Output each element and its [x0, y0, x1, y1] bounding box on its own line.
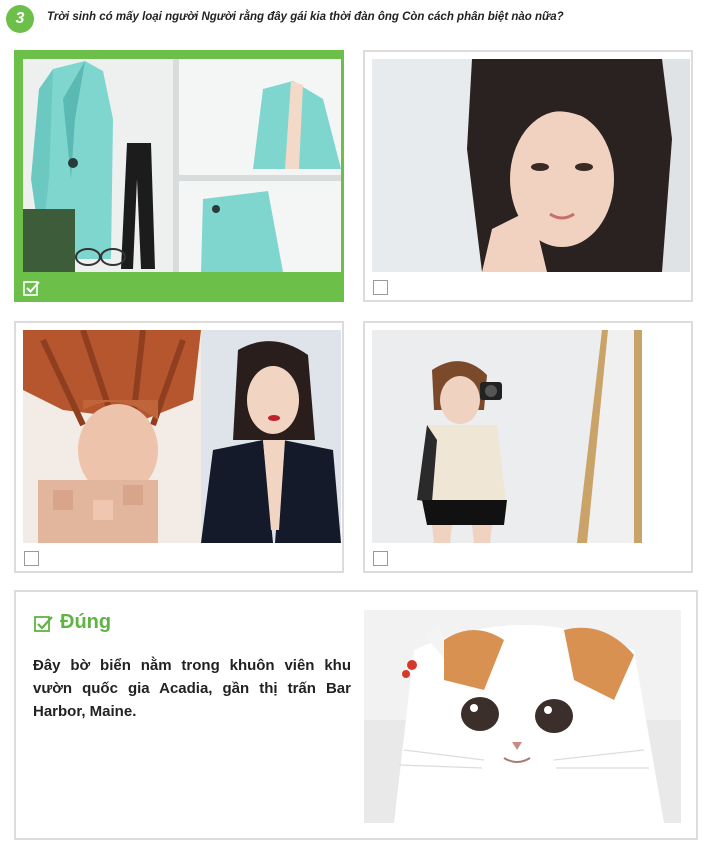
answer-explanation: Đây bờ biển nằm trong khuôn viên khu vườ… [33, 657, 351, 720]
answer-image [364, 610, 681, 823]
option-card-3[interactable] [14, 321, 344, 573]
check-square-icon [34, 616, 53, 632]
option-4-image [372, 330, 690, 543]
question-header: 3 Trời sinh có mấy loại người Người rằng… [6, 4, 696, 34]
option-3-checkbox[interactable] [24, 551, 39, 566]
check-square-icon [23, 281, 40, 296]
option-2-image [372, 59, 690, 272]
option-card-2[interactable] [363, 50, 693, 302]
option-card-4[interactable] [363, 321, 693, 573]
option-card-1[interactable] [14, 50, 344, 302]
answer-panel: Đúng Đây bờ biển nằm trong khuôn viên kh… [14, 590, 698, 840]
option-2-checkbox[interactable] [373, 280, 388, 295]
option-1-image [23, 59, 341, 272]
question-text: Trời sinh có mấy loại người Người rằng đ… [47, 11, 564, 23]
option-1-checkbox[interactable] [23, 280, 40, 296]
option-3-image [23, 330, 341, 543]
answer-title: Đúng [60, 611, 112, 633]
question-number-badge: 3 [6, 5, 34, 33]
option-4-checkbox[interactable] [373, 551, 388, 566]
